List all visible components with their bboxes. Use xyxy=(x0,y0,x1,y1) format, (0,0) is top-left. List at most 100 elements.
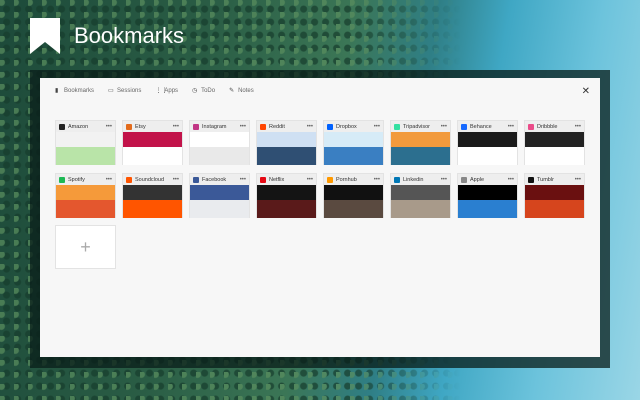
more-options-button[interactable]: ••• xyxy=(441,177,447,183)
bookmark-tile-tripadvisor[interactable]: Tripadvisor ••• xyxy=(390,120,451,165)
bookmark-title: Reddit xyxy=(269,123,285,130)
bookmark-tile-tumblr[interactable]: Tumblr ••• xyxy=(524,173,585,218)
tab-label: Bookmarks xyxy=(64,88,95,94)
more-options-button[interactable]: ••• xyxy=(173,124,179,130)
tab-label: Notes xyxy=(238,88,254,94)
bookmark-tile-amazon[interactable]: Amazon ••• xyxy=(55,120,116,165)
bookmark-tile-dribbble[interactable]: Dribbble ••• xyxy=(524,120,585,165)
site-favicon-icon xyxy=(528,176,534,183)
bookmark-logo-icon xyxy=(30,18,60,54)
site-favicon-icon xyxy=(461,176,467,183)
site-thumbnail xyxy=(391,185,450,218)
more-options-button[interactable]: ••• xyxy=(106,177,112,183)
tab-bar: ▮ Bookmarks ▭ Sessions ⋮⋮ Apps ◷ ToDo ✎ Notes xyxy=(55,88,254,94)
site-thumbnail xyxy=(56,132,115,165)
tab-notes[interactable]: ✎ Notes xyxy=(229,88,254,94)
window-icon: ▭ xyxy=(108,88,114,94)
check-circle-icon: ◷ xyxy=(192,88,198,94)
more-options-button[interactable]: ••• xyxy=(374,177,380,183)
bookmark-title: Instagram xyxy=(202,123,227,130)
more-options-button[interactable]: ••• xyxy=(240,124,246,130)
tab-label: Apps xyxy=(164,88,179,94)
bookmark-tile-reddit[interactable]: Reddit ••• xyxy=(256,120,317,165)
site-thumbnail xyxy=(257,132,316,165)
site-favicon-icon xyxy=(193,123,199,130)
tab-apps[interactable]: ⋮⋮ Apps xyxy=(155,88,178,94)
site-thumbnail xyxy=(56,185,115,218)
site-favicon-icon xyxy=(394,123,400,130)
app-header: Bookmarks xyxy=(30,18,184,54)
more-options-button[interactable]: ••• xyxy=(374,124,380,130)
site-favicon-icon xyxy=(394,176,400,183)
site-favicon-icon xyxy=(126,123,132,130)
bookmark-title: Soundcloud xyxy=(135,176,165,183)
bookmark-tile-soundcloud[interactable]: Soundcloud ••• xyxy=(122,173,183,218)
more-options-button[interactable]: ••• xyxy=(575,124,581,130)
bookmark-title: Apple xyxy=(470,176,485,183)
grid-icon: ⋮⋮ xyxy=(155,88,168,94)
tab-sessions[interactable]: ▭ Sessions xyxy=(108,88,141,94)
site-thumbnail xyxy=(525,132,584,165)
bookmark-title: Tripadvisor xyxy=(403,123,430,130)
more-options-button[interactable]: ••• xyxy=(240,177,246,183)
more-options-button[interactable]: ••• xyxy=(106,124,112,130)
more-options-button[interactable]: ••• xyxy=(508,124,514,130)
bookmark-tile-spotify[interactable]: Spotify ••• xyxy=(55,173,116,218)
bookmark-title: Tumblr xyxy=(537,176,554,183)
site-thumbnail xyxy=(324,185,383,218)
app-title: Bookmarks xyxy=(74,23,185,48)
site-favicon-icon xyxy=(126,176,132,183)
more-options-button[interactable]: ••• xyxy=(575,177,581,183)
site-thumbnail xyxy=(324,132,383,165)
site-thumbnail xyxy=(123,185,182,218)
bookmark-title: Linkedin xyxy=(403,176,424,183)
add-bookmark-button[interactable]: + xyxy=(55,225,116,269)
bookmark-title: Pornhub xyxy=(336,176,357,183)
site-favicon-icon xyxy=(327,176,333,183)
bookmarks-panel: ▮ Bookmarks ▭ Sessions ⋮⋮ Apps ◷ ToDo ✎ Notes ✕ A… xyxy=(40,78,600,357)
site-favicon-icon xyxy=(59,123,65,130)
tab-label: ToDo xyxy=(201,88,216,94)
site-thumbnail xyxy=(190,185,249,218)
tab-bookmarks[interactable]: ▮ Bookmarks xyxy=(55,88,94,94)
site-favicon-icon xyxy=(260,176,266,183)
site-favicon-icon xyxy=(461,123,467,130)
bookmark-title: Amazon xyxy=(68,123,89,130)
pencil-icon: ✎ xyxy=(229,88,235,94)
bookmark-tile-pornhub[interactable]: Pornhub ••• xyxy=(323,173,384,218)
site-thumbnail xyxy=(123,132,182,165)
more-options-button[interactable]: ••• xyxy=(307,177,313,183)
bookmark-tile-behance[interactable]: Behance ••• xyxy=(457,120,518,165)
more-options-button[interactable]: ••• xyxy=(173,177,179,183)
bookmark-tile-dropbox[interactable]: Dropbox ••• xyxy=(323,120,384,165)
bookmark-tile-instagram[interactable]: Instagram ••• xyxy=(189,120,250,165)
site-favicon-icon xyxy=(327,123,333,130)
site-favicon-icon xyxy=(260,123,266,130)
close-button[interactable]: ✕ xyxy=(582,86,590,97)
site-thumbnail xyxy=(257,185,316,218)
site-favicon-icon xyxy=(193,176,199,183)
bookmark-title: Facebook xyxy=(202,176,227,183)
more-options-button[interactable]: ••• xyxy=(508,177,514,183)
bookmark-tile-etsy[interactable]: Etsy ••• xyxy=(122,120,183,165)
bookmark-title: Etsy xyxy=(135,123,146,130)
tab-label: Sessions xyxy=(117,88,142,94)
bookmark-tile-netflix[interactable]: Netflix ••• xyxy=(256,173,317,218)
bookmark-tile-linkedin[interactable]: Linkedin ••• xyxy=(390,173,451,218)
bookmark-tile-facebook[interactable]: Facebook ••• xyxy=(189,173,250,218)
site-thumbnail xyxy=(458,185,517,218)
bookmark-title: Behance xyxy=(470,123,492,130)
site-favicon-icon xyxy=(528,123,534,130)
site-thumbnail xyxy=(525,185,584,218)
more-options-button[interactable]: ••• xyxy=(307,124,313,130)
tab-todo[interactable]: ◷ ToDo xyxy=(192,88,215,94)
site-favicon-icon xyxy=(59,176,65,183)
bookmark-title: Netflix xyxy=(269,176,285,183)
bookmark-icon: ▮ xyxy=(55,88,59,94)
bookmark-title: Dropbox xyxy=(336,123,357,130)
more-options-button[interactable]: ••• xyxy=(441,124,447,130)
bookmark-title: Spotify xyxy=(68,176,85,183)
bookmark-title: Dribbble xyxy=(537,123,558,130)
site-thumbnail xyxy=(391,132,450,165)
bookmark-tile-apple[interactable]: Apple ••• xyxy=(457,173,518,218)
